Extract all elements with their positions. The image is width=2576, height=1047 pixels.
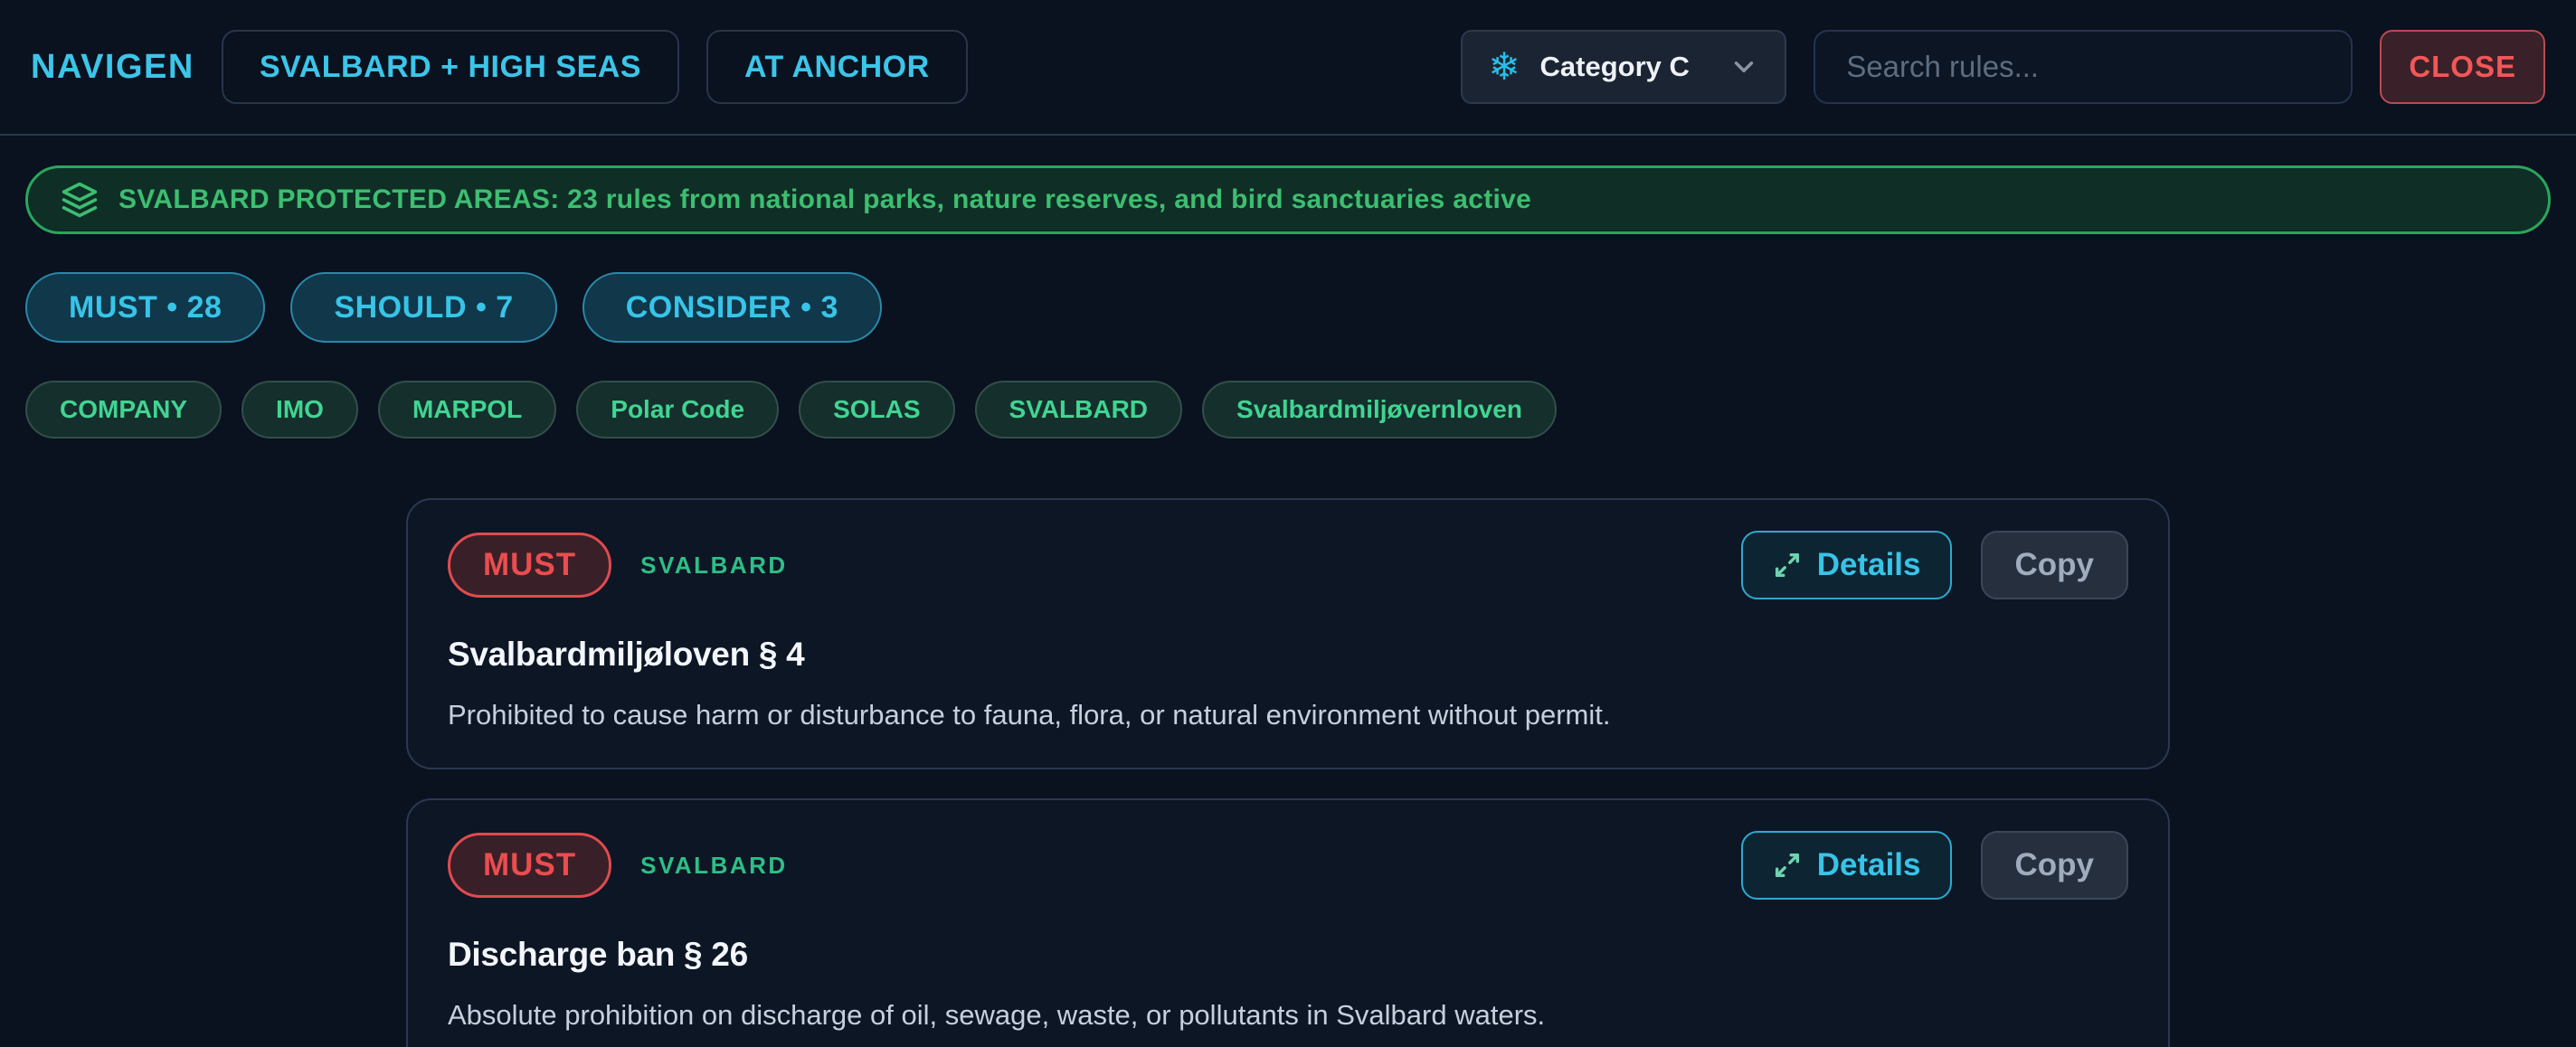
rule-card: MUST SVALBARD Details Copy Discharge ban… [406, 798, 2170, 1047]
rule-description: Prohibited to cause harm or disturbance … [448, 699, 2128, 731]
category-selected-value: Category C [1540, 51, 1709, 83]
rules-list: MUST SVALBARD Details Copy Svalbardmiljø… [406, 498, 2170, 1047]
layers-icon [61, 181, 99, 219]
rule-title: Discharge ban § 26 [448, 936, 2128, 974]
severity-badge: MUST [448, 533, 611, 598]
category-dropdown[interactable]: ❄ Category C [1461, 30, 1786, 104]
severity-filter-row: MUST • 28 SHOULD • 7 CONSIDER • 3 [25, 272, 2551, 343]
rule-source-label: SVALBARD [640, 552, 788, 580]
rule-card: MUST SVALBARD Details Copy Svalbardmiljø… [406, 498, 2170, 769]
rule-title: Svalbardmiljøloven § 4 [448, 636, 2128, 674]
close-button[interactable]: CLOSE [2380, 30, 2545, 104]
tag-svalbardmiljovernloven[interactable]: Svalbardmiljøvernloven [1202, 381, 1557, 439]
copy-button[interactable]: Copy [1981, 831, 2129, 900]
expand-diagonal-icon [1772, 550, 1803, 580]
rule-source-label: SVALBARD [640, 852, 788, 880]
tag-imo[interactable]: IMO [242, 381, 358, 439]
details-button[interactable]: Details [1741, 531, 1952, 599]
tag-company[interactable]: COMPANY [25, 381, 222, 439]
rule-card-header: MUST SVALBARD Details Copy [448, 531, 2128, 599]
tag-solas[interactable]: SOLAS [799, 381, 954, 439]
banner-text: SVALBARD PROTECTED AREAS: 23 rules from … [118, 184, 1531, 215]
protected-areas-banner: SVALBARD PROTECTED AREAS: 23 rules from … [25, 165, 2551, 234]
area-filter-button[interactable]: SVALBARD + HIGH SEAS [222, 30, 679, 104]
details-button[interactable]: Details [1741, 831, 1952, 900]
tag-marpol[interactable]: MARPOL [378, 381, 556, 439]
severity-filter-should[interactable]: SHOULD • 7 [290, 272, 556, 343]
chevron-down-icon [1728, 52, 1759, 82]
app-logo: NAVIGEN [31, 48, 194, 87]
expand-diagonal-icon [1772, 850, 1803, 881]
rule-card-header: MUST SVALBARD Details Copy [448, 831, 2128, 900]
severity-badge: MUST [448, 833, 611, 898]
copy-button[interactable]: Copy [1981, 531, 2129, 599]
snowflake-icon: ❄ [1488, 48, 1520, 86]
tag-filter-row: COMPANY IMO MARPOL Polar Code SOLAS SVAL… [25, 381, 2551, 439]
severity-filter-must[interactable]: MUST • 28 [25, 272, 265, 343]
search-input[interactable] [1814, 30, 2353, 104]
top-bar: NAVIGEN SVALBARD + HIGH SEAS AT ANCHOR ❄… [0, 0, 2576, 136]
details-button-label: Details [1817, 547, 1921, 583]
rule-description: Absolute prohibition on discharge of oil… [448, 999, 2128, 1032]
tag-polar-code[interactable]: Polar Code [576, 381, 779, 439]
details-button-label: Details [1817, 847, 1921, 883]
severity-filter-consider[interactable]: CONSIDER • 3 [582, 272, 882, 343]
anchor-status-button[interactable]: AT ANCHOR [706, 30, 968, 104]
tag-svalbard[interactable]: SVALBARD [975, 381, 1182, 439]
